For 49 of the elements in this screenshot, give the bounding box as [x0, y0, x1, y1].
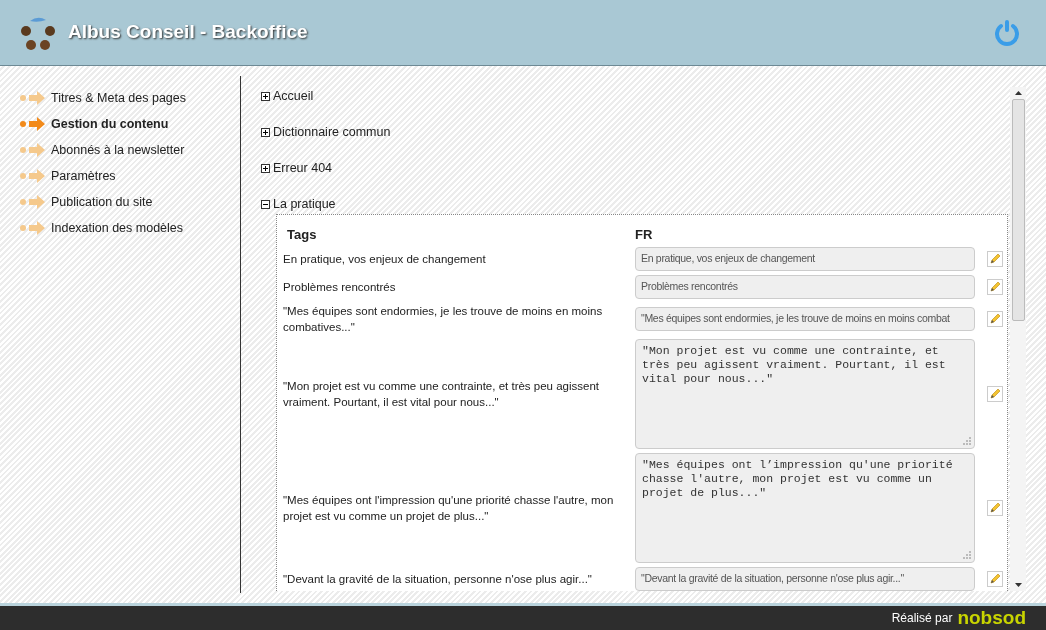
scrollbar[interactable] — [1010, 87, 1026, 591]
resize-grip-icon[interactable] — [962, 436, 971, 445]
text-field[interactable]: En pratique, vos enjeux de changement — [635, 247, 975, 271]
tag-label: "Devant la gravité de la situation, personne n'ose plus agir..." — [283, 572, 593, 587]
scroll-down-icon[interactable] — [1014, 583, 1022, 587]
app-title: Albus Conseil - Backoffice — [68, 20, 308, 45]
pencil-icon[interactable] — [987, 251, 1003, 267]
tag-label: En pratique, vos enjeux de changement — [283, 252, 487, 267]
nav-link[interactable]: Indexation des modèles — [20, 219, 240, 237]
tag-label: "Mon projet est vu comme une contrainte, et très peu agissent vraiment. Pourtant, il est vital pour nous..." — [283, 379, 601, 410]
arrow-icon — [20, 143, 46, 157]
section-toggle[interactable]: Dictionnaire commun — [261, 123, 391, 142]
text-area[interactable]: "Mes équipes ont l’impression qu'une priorité chasse l'autre, mon projet est vu comme un projet de plus..." — [635, 453, 975, 563]
section-toggle[interactable]: La pratique — [261, 195, 336, 214]
nav-link[interactable]: Paramètres — [20, 167, 240, 185]
arrow-icon — [20, 91, 46, 105]
pencil-icon[interactable] — [987, 279, 1003, 295]
section-toggle[interactable]: Erreur 404 — [261, 159, 333, 178]
resize-grip-icon[interactable] — [962, 550, 971, 559]
arrow-icon — [20, 169, 46, 183]
brand-logo[interactable]: nobsod — [957, 608, 1026, 628]
scroll-up-icon[interactable] — [1014, 91, 1022, 95]
column-header: FR — [635, 226, 653, 243]
plus-icon — [261, 128, 270, 137]
arrow-icon — [20, 221, 46, 235]
pencil-icon[interactable] — [987, 311, 1003, 327]
minus-icon — [261, 200, 270, 209]
nav-link[interactable]: Gestion du contenu — [20, 115, 240, 133]
nav-link[interactable]: Titres & Meta des pages — [20, 89, 240, 107]
text-field[interactable]: "Devant la gravité de la situation, personne n'ose plus agir..." — [635, 567, 975, 591]
plus-icon — [261, 164, 270, 173]
column-header: Tags — [286, 226, 318, 243]
tag-label: "Mes équipes ont l'impression qu'une priorité chasse l'autre, mon projet est vu comme un projet de plus..." — [283, 493, 615, 524]
text-field[interactable]: "Mes équipes sont endormies, je les trouve de moins en moins combat — [635, 307, 975, 331]
tag-label: "Mes équipes sont endormies, je les trouve de moins en moins combatives..." — [283, 304, 604, 335]
arrow-icon — [20, 195, 46, 209]
pencil-icon[interactable] — [987, 571, 1003, 587]
pencil-icon[interactable] — [987, 500, 1003, 516]
plus-icon — [261, 92, 270, 101]
text-area[interactable]: "Mon projet est vu comme une contrainte, et très peu agissent vraiment. Pourtant, il est vital pour nous..." — [635, 339, 975, 449]
nav-link[interactable]: Abonnés à la newsletter — [20, 141, 240, 159]
pencil-icon[interactable] — [987, 386, 1003, 402]
nav-link[interactable]: Publication du site — [20, 193, 240, 211]
arrow-icon — [20, 117, 46, 131]
text-field[interactable]: Problèmes rencontrés — [635, 275, 975, 299]
tag-label: Problèmes rencontrés — [283, 280, 397, 295]
power-icon[interactable] — [992, 17, 1022, 48]
section-toggle[interactable]: Accueil — [261, 87, 314, 106]
credit-text: Réalisé par — [891, 610, 953, 627]
